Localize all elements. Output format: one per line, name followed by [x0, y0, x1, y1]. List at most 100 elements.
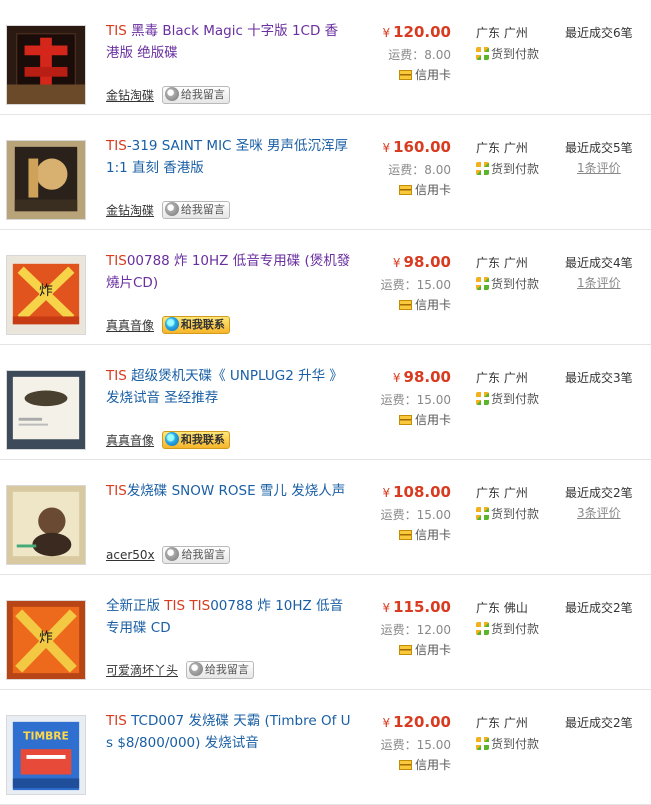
currency-symbol: ¥ [382, 601, 391, 615]
recent-deals: 最近成交2笔 [565, 601, 633, 615]
deals-column: 最近成交4笔 1条评价 [565, 254, 649, 294]
shipping-fee: 运费：15.00 [380, 278, 451, 292]
price: ¥120.00 [361, 712, 451, 733]
cash-on-delivery-icon [476, 392, 489, 405]
recent-deals: 最近成交6笔 [565, 26, 633, 40]
seller-link[interactable]: acer50x [106, 548, 155, 562]
recent-deals: 最近成交2笔 [565, 716, 633, 730]
listing-title-link[interactable]: TIS发烧碟 SNOW ROSE 雪儿 发烧人声 [106, 480, 351, 502]
seller-link[interactable]: 金钻淘碟 [106, 204, 154, 218]
credit-card-badge: 信用卡 [361, 525, 451, 545]
seller-link[interactable]: 真真音像 [106, 319, 154, 333]
seller-link[interactable]: 金钻淘碟 [106, 89, 154, 103]
listing-row: TIS 黑毒 Black Magic 十字版 1CD 香港版 绝版碟 金钻淘碟 … [0, 0, 651, 115]
location-column: 广东 广州 货到付款 [476, 254, 556, 294]
seller-location: 广东 广州 [476, 716, 528, 730]
credit-card-badge: 信用卡 [361, 65, 451, 85]
seller-link[interactable]: 可爱滴坏丫头 [106, 664, 178, 678]
cash-on-delivery-label: 货到付款 [491, 162, 540, 176]
cash-on-delivery-label: 货到付款 [491, 47, 540, 61]
seller-location: 广东 广州 [476, 371, 528, 385]
seller-action-label: 和我联系 [180, 433, 225, 446]
price-amount: 120.00 [393, 23, 451, 41]
recent-deals: 最近成交5笔 [565, 141, 633, 155]
seller-row: 真真音像 和我联系 [106, 431, 230, 451]
seller-location: 广东 广州 [476, 256, 528, 270]
seller-action-button[interactable]: 和我联系 [161, 316, 230, 334]
credit-card-label: 信用卡 [414, 413, 451, 427]
shipping-fee: 运费：8.00 [388, 48, 451, 62]
reviews-link[interactable]: 3条评价 [565, 502, 649, 524]
shipping-fee: 运费：15.00 [380, 738, 451, 752]
product-thumbnail[interactable]: 炸 [6, 255, 86, 335]
seller-link[interactable]: 真真音像 [106, 434, 154, 448]
seller-location: 广东 广州 [476, 26, 528, 40]
price: ¥160.00 [361, 137, 451, 158]
listing-title-link[interactable]: 全新正版 TIS TIS00788 炸 10HZ 低音专用碟 CD [106, 595, 351, 639]
listing-title-link[interactable]: TIS TCD007 发烧碟 天霸 (Timbre Of Us $8/800/0… [106, 710, 351, 754]
cash-on-delivery-label: 货到付款 [491, 737, 540, 751]
price-column: ¥98.00 运费：15.00 信用卡 [361, 252, 451, 315]
svg-text:炸: 炸 [39, 283, 53, 299]
seller-action-label: 给我留言 [180, 88, 225, 101]
reviews-link[interactable]: 1条评价 [565, 272, 649, 294]
seller-action-button[interactable]: 给我留言 [162, 546, 231, 564]
credit-card-icon [398, 645, 412, 655]
product-thumbnail[interactable] [6, 25, 86, 105]
deals-column: 最近成交2笔 3条评价 [565, 484, 649, 524]
listing-title-link[interactable]: TIS 黑毒 Black Magic 十字版 1CD 香港版 绝版碟 [106, 20, 351, 64]
seller-action-button[interactable]: 给我留言 [185, 661, 254, 679]
reviews-link[interactable]: 1条评价 [565, 157, 649, 179]
title-highlight: TIS [106, 368, 127, 384]
chat-icon [164, 87, 179, 101]
price: ¥98.00 [361, 252, 451, 273]
title-highlight: TIS [106, 138, 127, 154]
title-highlight: TIS [106, 23, 127, 39]
product-thumbnail[interactable]: TIMBRE [6, 715, 86, 795]
credit-card-badge: 信用卡 [361, 180, 451, 200]
currency-symbol: ¥ [382, 486, 391, 500]
chat-icon [164, 317, 179, 331]
product-thumbnail[interactable] [6, 370, 86, 450]
currency-symbol: ¥ [392, 256, 401, 270]
recent-deals: 最近成交4笔 [565, 256, 633, 270]
product-thumbnail[interactable] [6, 140, 86, 220]
listing-title-link[interactable]: TIS 超级煲机天碟《 UNPLUG2 升华 》发烧试音 圣经推荐 [106, 365, 351, 409]
credit-card-label: 信用卡 [414, 298, 451, 312]
seller-action-button[interactable]: 给我留言 [161, 201, 230, 219]
seller-row: 真真音像 和我联系 [106, 316, 230, 336]
product-thumbnail[interactable] [6, 485, 86, 565]
seller-action-button[interactable]: 给我留言 [161, 86, 230, 104]
seller-action-button[interactable]: 和我联系 [161, 431, 230, 449]
listing-title-link[interactable]: TIS-319 SAINT MIC 圣咪 男声低沉浑厚1:1 直刻 香港版 [106, 135, 351, 179]
product-thumbnail[interactable]: 炸 [6, 600, 86, 680]
seller-action-label: 给我留言 [204, 663, 249, 676]
location-column: 广东 广州 货到付款 [476, 369, 556, 409]
listing-row: 炸 TIS00788 炸 10HZ 低音专用碟 (煲机發燒片CD) 真真音像 和… [0, 230, 651, 345]
shipping-fee: 运费：15.00 [380, 393, 451, 407]
deals-column: 最近成交3笔 [565, 369, 649, 387]
listing-row: 炸 全新正版 TIS TIS00788 炸 10HZ 低音专用碟 CD 可爱滴坏… [0, 575, 651, 690]
credit-card-label: 信用卡 [414, 68, 451, 82]
listing-title-link[interactable]: TIS00788 炸 10HZ 低音专用碟 (煲机發燒片CD) [106, 250, 351, 294]
cash-on-delivery-badge: 货到付款 [476, 159, 556, 179]
credit-card-icon [398, 530, 412, 540]
price-amount: 160.00 [393, 138, 451, 156]
price: ¥98.00 [361, 367, 451, 388]
title-highlight: TIS [106, 713, 127, 729]
cash-on-delivery-icon [476, 737, 489, 750]
seller-action-label: 给我留言 [181, 548, 226, 561]
credit-card-icon [398, 415, 412, 425]
price-column: ¥120.00 运费：15.00 信用卡 [361, 712, 451, 775]
cash-on-delivery-icon [476, 162, 489, 175]
svg-text:TIMBRE: TIMBRE [23, 729, 69, 742]
currency-symbol: ¥ [382, 26, 391, 40]
chat-icon [165, 547, 180, 561]
credit-card-icon [398, 185, 412, 195]
cash-on-delivery-badge: 货到付款 [476, 619, 556, 639]
location-column: 广东 广州 货到付款 [476, 24, 556, 64]
cash-on-delivery-label: 货到付款 [491, 507, 540, 521]
price-amount: 98.00 [403, 253, 451, 271]
credit-card-icon [398, 70, 412, 80]
listing-row: TIS 超级煲机天碟《 UNPLUG2 升华 》发烧试音 圣经推荐 真真音像 和… [0, 345, 651, 460]
